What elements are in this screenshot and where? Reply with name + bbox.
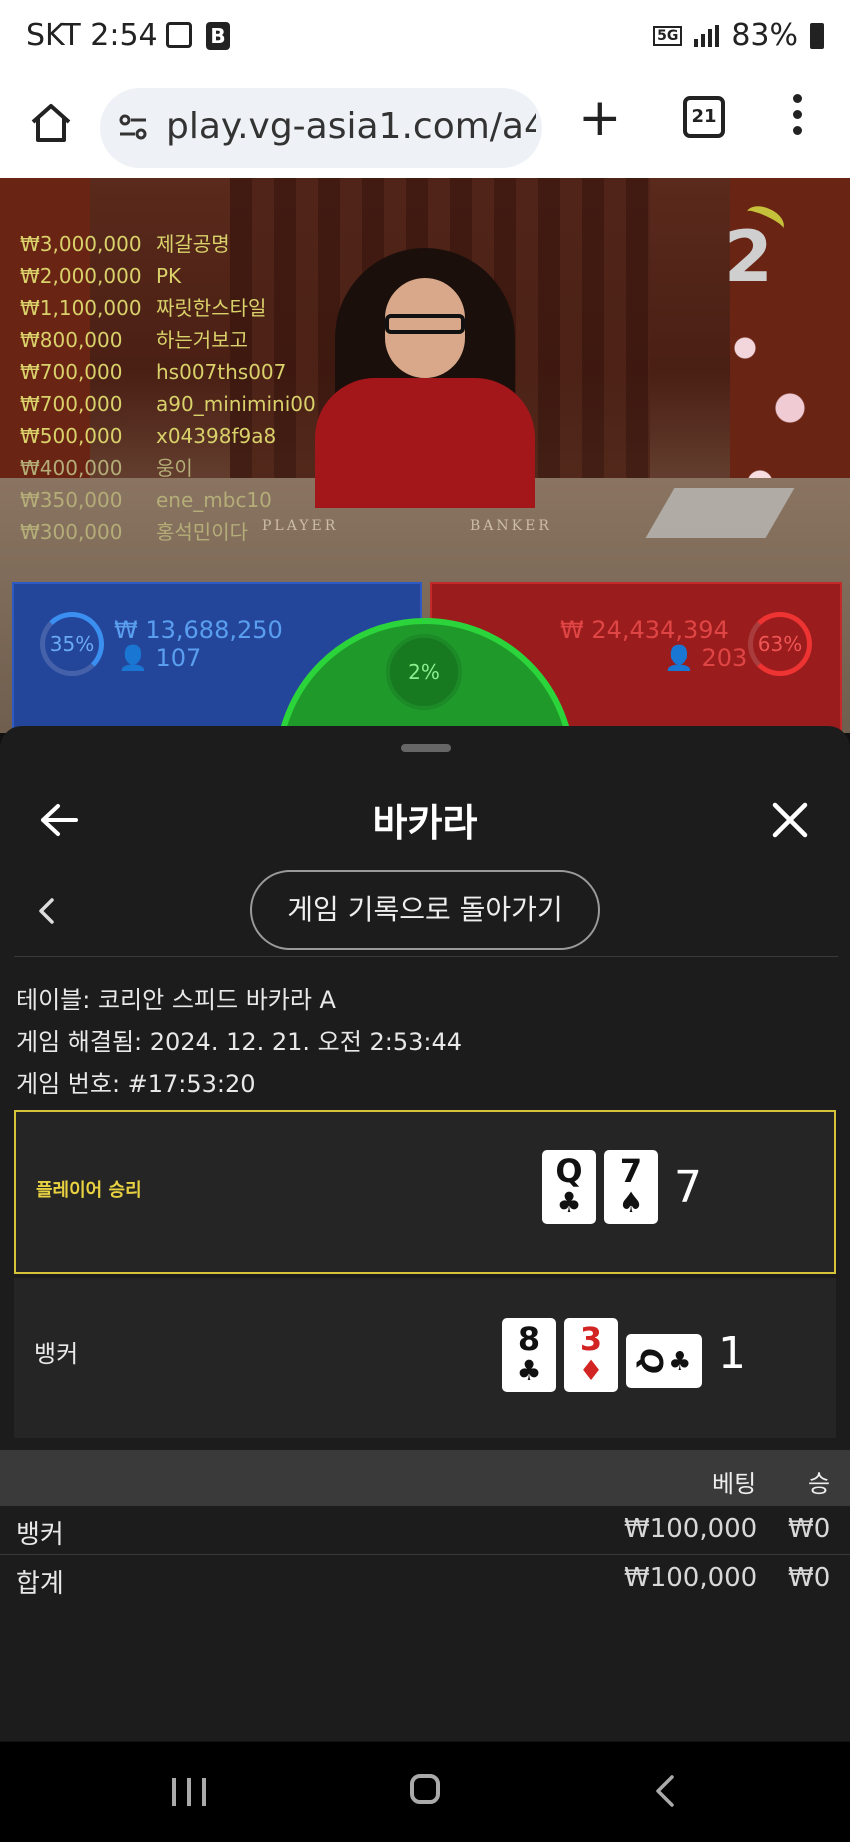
history-nav-row: 게임 기록으로 돌아가기 [0, 860, 850, 960]
leaderboard-row: ₩300,000 홍석민이다 [20, 520, 248, 544]
signal-icon [694, 24, 720, 47]
banker-result-card: 뱅커 8 ♣ 3 ♦ Q♣ 1 [14, 1278, 836, 1438]
playing-card: 8 ♣ [502, 1318, 556, 1392]
table-row: 합계 ₩100,000 ₩0 [0, 1555, 850, 1603]
address-bar[interactable]: play.vg-asia1.com/a40 [100, 88, 542, 168]
player-score: 7 [674, 1162, 702, 1213]
browser-toolbar: play.vg-asia1.com/a40 + 21 [0, 78, 850, 179]
battery-icon [810, 22, 824, 49]
playing-card: 3 ♦ [564, 1318, 618, 1392]
banker-label: 뱅커 [34, 1340, 79, 1368]
bets-table-header: 베팅 승 [0, 1450, 850, 1506]
home-icon[interactable] [28, 100, 74, 146]
player-total-amount: ₩ 13,688,250 [114, 616, 283, 644]
divider [14, 956, 838, 957]
leaderboard-row: ₩1,100,000 짜릿한스타일 [20, 296, 267, 320]
game-detail-sheet: 바카라 게임 기록으로 돌아가기 테이블: 코리안 스피드 바카라 A 게임 해… [0, 726, 850, 1741]
leaderboard-row: ₩700,000 a90_minimini00 [20, 392, 316, 416]
banker-total-amount: ₩ 24,434,394 [560, 616, 729, 644]
winners-leaderboard: ₩3,000,000 제갈공명 ₩2,000,000 PK ₩1,100,000 짜릿… [20, 228, 316, 548]
game-resolved-time: 게임 해결됨: 2024. 12. 21. 오전 2:53:44 [16, 1028, 462, 1056]
notification-icons: B [166, 22, 230, 50]
status-right: 5G 83% [653, 18, 824, 53]
back-button[interactable] [652, 1774, 678, 1808]
status-bar: SKT 2:54 B 5G 83% [0, 0, 850, 78]
playing-card: Q ♣ [542, 1150, 596, 1224]
recents-button[interactable] [172, 1778, 206, 1806]
playing-card: 7 ♠ [604, 1150, 658, 1224]
player-percent-ring: 35% [40, 612, 104, 676]
url-text[interactable]: play.vg-asia1.com/a40 [166, 106, 536, 147]
banker-bettor-count: 👤 203 [664, 644, 748, 672]
app-b-icon: B [206, 22, 230, 50]
leaderboard-row: ₩700,000 hs007ths007 [20, 360, 287, 384]
leaderboard-row: ₩350,000 ene_mbc10 [20, 488, 272, 512]
close-icon[interactable] [770, 800, 810, 840]
player-bettor-count: 👤 107 [118, 644, 202, 672]
col-win-header: 승 [808, 1470, 831, 1498]
player-win-label: 플레이어 승리 [36, 1180, 142, 1201]
home-button[interactable] [410, 1774, 440, 1804]
menu-icon[interactable] [793, 94, 803, 142]
leaderboard-row: ₩800,000 하는거보고 [20, 328, 248, 352]
countdown-timer: 2 [724, 216, 773, 298]
tab-switcher-button[interactable]: 21 [683, 96, 725, 138]
leaderboard-row: ₩500,000 x04398f9a8 [20, 424, 277, 448]
leaderboard-row: ₩3,000,000 제갈공명 [20, 232, 230, 256]
gallery-icon [166, 22, 192, 48]
player-result-card: 플레이어 승리 Q ♣ 7 ♠ 7 [14, 1110, 836, 1274]
dealer [300, 248, 550, 508]
new-tab-button[interactable]: + [578, 92, 622, 144]
game-number: 게임 번호: #17:53:20 [16, 1070, 256, 1098]
bet-panel: 35% ₩ 13,688,250 👤 107 ₩ 24,434,394 👤 20… [0, 582, 850, 918]
site-settings-icon[interactable] [116, 110, 150, 144]
bets-table: 베팅 승 뱅커 ₩100,000 ₩0 합계 ₩100,000 ₩0 [0, 1450, 850, 1603]
sheet-title: 바카라 [372, 801, 478, 845]
banker-score: 1 [718, 1328, 746, 1379]
chevron-left-icon[interactable] [36, 896, 56, 926]
playing-card-sideways: Q♣ [626, 1334, 702, 1388]
col-bet-header: 베팅 [712, 1470, 757, 1498]
network-icon: 5G [653, 25, 683, 46]
table-row: 뱅커 ₩100,000 ₩0 [0, 1506, 850, 1555]
banker-percent-ring: 63% [748, 612, 812, 676]
system-nav-bar [0, 1742, 850, 1842]
leaderboard-row: ₩2,000,000 PK [20, 264, 182, 288]
table-name: 테이블: 코리안 스피드 바카라 A [16, 986, 336, 1014]
leaderboard-row: ₩400,000 웅이 [20, 456, 193, 480]
back-to-history-button[interactable]: 게임 기록으로 돌아가기 [250, 870, 600, 950]
battery-percent: 83% [731, 18, 798, 53]
sheet-drag-handle[interactable] [401, 744, 451, 752]
status-time: SKT 2:54 [26, 18, 158, 53]
felt-banker-label: BANKER [470, 518, 552, 534]
tie-percent-ring: 2% [386, 634, 462, 710]
